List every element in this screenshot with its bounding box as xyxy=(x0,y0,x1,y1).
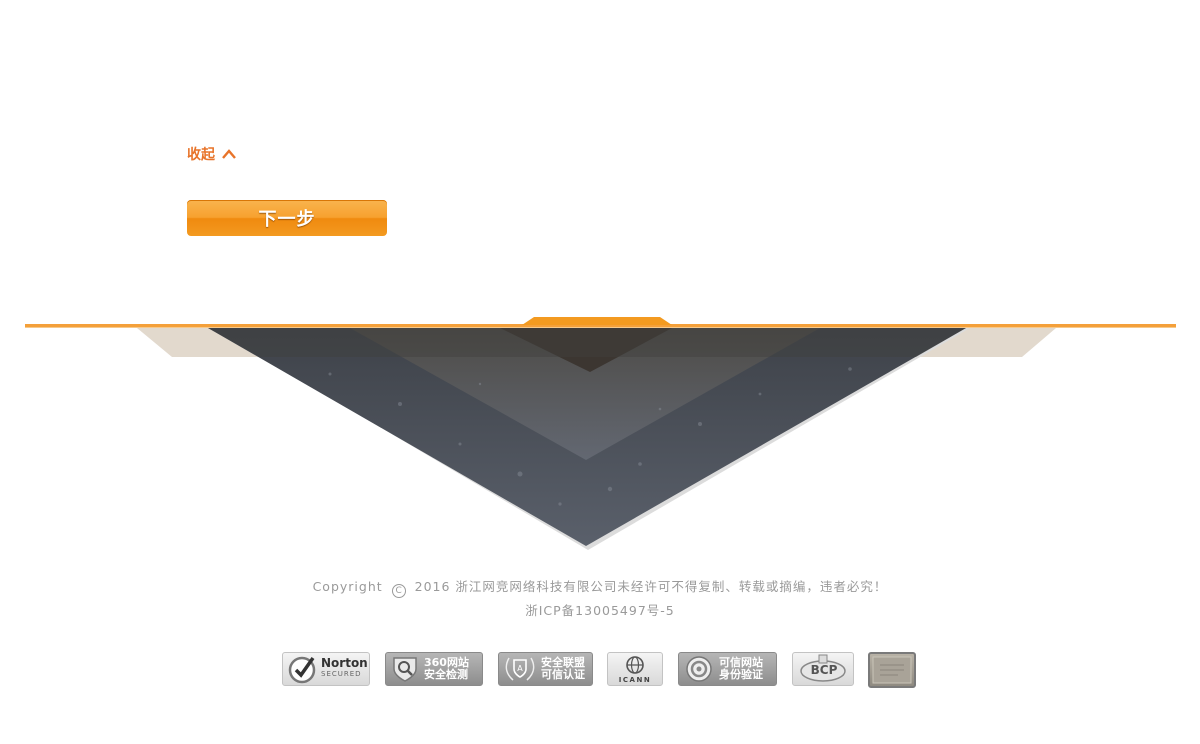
certificate-icon xyxy=(872,656,912,684)
icann-text: ICANN xyxy=(618,675,652,684)
icann-badge[interactable]: ICANN xyxy=(607,652,663,686)
bcp-text: BCP xyxy=(810,663,838,677)
trusted-site-logo-icon xyxy=(686,656,712,682)
360-safety-badge[interactable]: 360网站 安全检测 xyxy=(385,652,483,686)
bcp-badge[interactable]: BCP xyxy=(792,652,854,686)
collapse-label: 收起 xyxy=(187,147,215,163)
trust-badges: Norton SECURED 360网站 安全检测 A 安全联盟 可信认证 IC… xyxy=(0,652,1200,688)
alliance-badge-text: 安全联盟 可信认证 xyxy=(541,656,585,681)
trusted-badge-text: 可信网站 身份验证 xyxy=(719,656,763,681)
collapse-toggle[interactable]: 收起 xyxy=(187,144,237,164)
checkmark-icon xyxy=(288,656,316,684)
norton-sub: SECURED xyxy=(321,670,362,678)
trusted-site-badge[interactable]: 可信网站 身份验证 xyxy=(678,652,777,686)
copyright-text: 2016 浙江网竞网络科技有限公司未经许可不得复制、转载或摘编，违者必究！ xyxy=(414,579,888,594)
laurel-shield-icon: A xyxy=(505,657,535,681)
svg-text:A: A xyxy=(517,664,523,673)
copyright-prefix: Copyright xyxy=(312,579,383,594)
chevron-up-icon xyxy=(222,149,236,159)
decorative-banner xyxy=(25,317,1176,550)
norton-badge[interactable]: Norton SECURED xyxy=(282,652,370,686)
360-badge-text: 360网站 安全检测 xyxy=(424,656,469,681)
copyright-line: Copyright C 2016 浙江网竞网络科技有限公司未经许可不得复制、转载… xyxy=(0,576,1200,598)
icp-license: 浙ICP备13005497号-5 xyxy=(525,603,675,618)
security-alliance-badge[interactable]: A 安全联盟 可信认证 xyxy=(498,652,593,686)
magnifier-shield-icon xyxy=(393,657,417,682)
norton-title: Norton xyxy=(321,656,368,670)
next-step-button[interactable]: 下一步 xyxy=(187,200,387,236)
license-certificate-badge[interactable] xyxy=(868,652,916,688)
globe-icon xyxy=(626,655,644,674)
copyright-icon: C xyxy=(391,584,406,598)
